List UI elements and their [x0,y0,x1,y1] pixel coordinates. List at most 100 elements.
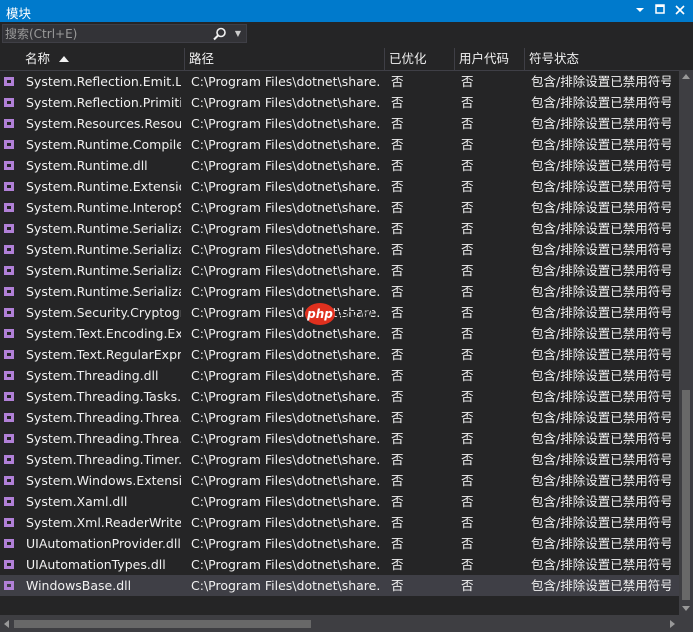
cell-user-code: 否 [461,242,474,257]
cell-symbol-status: 包含/排除设置已禁用符号... [531,578,671,593]
table-row[interactable]: System.Runtime.Serializa... C:\Program Fi… [0,260,679,281]
cell-optimized: 否 [391,431,404,446]
cell-path: C:\Program Files\dotnet\share... [191,200,381,215]
cell-name: UIAutomationProvider.dll [26,536,181,551]
cell-optimized: 否 [391,494,404,509]
table-row[interactable]: System.Runtime.Serializa... C:\Program Fi… [0,218,679,239]
cell-path: C:\Program Files\dotnet\share... [191,578,381,593]
horizontal-scroll-thumb[interactable] [14,620,311,628]
cell-optimized: 否 [391,347,404,362]
cell-path: C:\Program Files\dotnet\share... [191,179,381,194]
cell-path: C:\Program Files\dotnet\share... [191,137,381,152]
close-icon[interactable] [673,2,687,18]
table-row[interactable]: System.Reflection.Primiti... C:\Program F… [0,92,679,113]
cell-name: System.Reflection.Emit.Li... [26,74,181,89]
cell-symbol-status: 包含/排除设置已禁用符号... [531,221,671,236]
table-row[interactable]: System.Threading.Threa... C:\Program File… [0,428,679,449]
cell-name: System.Threading.Tasks.... [26,389,181,404]
cell-user-code: 否 [461,95,474,110]
module-icon [4,476,14,485]
pin-icon[interactable] [653,2,667,18]
column-header-name-label: 名称 [25,51,51,66]
table-row[interactable]: System.Threading.Tasks.... C:\Program Fil… [0,386,679,407]
table-row[interactable]: System.Xml.ReaderWrite... C:\Program File… [0,512,679,533]
cell-optimized: 否 [391,137,404,152]
table-row[interactable]: UIAutomationProvider.dll C:\Program Files… [0,533,679,554]
cell-path: C:\Program Files\dotnet\share... [191,452,381,467]
table-row[interactable]: System.Threading.Threa... C:\Program File… [0,407,679,428]
cell-user-code: 否 [461,515,474,530]
table-row[interactable]: System.Runtime.Compile... C:\Program File… [0,134,679,155]
cell-name: System.Resources.Resou... [26,116,181,131]
table-row[interactable]: System.Text.RegularExpr... C:\Program Fil… [0,344,679,365]
scroll-up-icon[interactable] [682,74,690,79]
cell-optimized: 否 [391,200,404,215]
column-header-optimized-label: 已优化 [389,51,427,66]
cell-symbol-status: 包含/排除设置已禁用符号... [531,74,671,89]
cell-name: System.Threading.Timer.... [26,452,181,467]
table-row[interactable]: System.Runtime.Extensio... C:\Program Fil… [0,176,679,197]
cell-name: System.Threading.Threa... [26,410,181,425]
scroll-right-icon[interactable] [670,620,675,628]
column-header-name[interactable]: 名称 [18,48,185,70]
table-row[interactable]: System.Xaml.dll C:\Program Files\dotnet\s… [0,491,679,512]
cell-name: System.Threading.Threa... [26,431,181,446]
search-icon[interactable] [212,26,228,42]
cell-optimized: 否 [391,242,404,257]
table-row[interactable]: System.Text.Encoding.Ex... C:\Program Fil… [0,323,679,344]
module-icon [4,434,14,443]
vertical-scroll-thumb[interactable] [682,390,690,600]
cell-symbol-status: 包含/排除设置已禁用符号... [531,431,671,446]
search-options-dropdown-icon[interactable]: ▼ [232,26,244,42]
column-header-path[interactable]: 路径 [185,48,385,70]
chevron-down-icon[interactable] [633,2,647,18]
cell-user-code: 否 [461,473,474,488]
table-row[interactable]: UIAutomationTypes.dll C:\Program Files\do… [0,554,679,575]
scrollbar-corner [679,615,693,632]
cell-path: C:\Program Files\dotnet\share... [191,368,381,383]
module-icon [4,539,14,548]
table-row[interactable]: System.Runtime.Serializa... C:\Program Fi… [0,239,679,260]
table-row[interactable]: System.Runtime.InteropS... C:\Program Fil… [0,197,679,218]
table-row[interactable]: System.Reflection.Emit.Li... C:\Program F… [0,71,679,92]
module-list[interactable]: System.Reflection.Emit.Li... C:\Program F… [0,71,679,598]
module-icon [4,308,14,317]
cell-optimized: 否 [391,473,404,488]
column-header-user-code-label: 用户代码 [459,51,510,66]
column-header-user-code[interactable]: 用户代码 [455,48,525,70]
cell-symbol-status: 包含/排除设置已禁用符号... [531,95,671,110]
module-icon [4,350,14,359]
table-row[interactable]: System.Security.Cryptogr... C:\Program Fi… [0,302,679,323]
cell-name: System.Runtime.Serializa... [26,284,181,299]
cell-user-code: 否 [461,557,474,572]
cell-optimized: 否 [391,578,404,593]
module-icon [4,203,14,212]
cell-symbol-status: 包含/排除设置已禁用符号... [531,263,671,278]
cell-user-code: 否 [461,410,474,425]
scroll-down-icon[interactable] [682,606,690,611]
table-row[interactable]: System.Threading.dll C:\Program Files\dot… [0,365,679,386]
cell-user-code: 否 [461,179,474,194]
module-icon [4,161,14,170]
cell-optimized: 否 [391,158,404,173]
table-row[interactable]: System.Resources.Resou... C:\Program File… [0,113,679,134]
cell-user-code: 否 [461,221,474,236]
table-row[interactable]: WindowsBase.dll C:\Program Files\dotnet\s… [0,575,679,596]
cell-name: System.Security.Cryptogr... [26,305,181,320]
vertical-scrollbar[interactable] [679,70,693,615]
scroll-left-icon[interactable] [4,620,9,628]
table-row[interactable]: System.Threading.Timer.... C:\Program Fil… [0,449,679,470]
table-row[interactable]: System.Runtime.Serializa... C:\Program Fi… [0,281,679,302]
cell-name: System.Xml.ReaderWrite... [26,515,181,530]
table-row[interactable]: System.Windows.Extensi... C:\Program File… [0,470,679,491]
search-input[interactable] [5,25,215,42]
title-bar: 模块 [0,0,693,22]
column-header-optimized[interactable]: 已优化 [385,48,455,70]
cell-optimized: 否 [391,221,404,236]
cell-symbol-status: 包含/排除设置已禁用符号... [531,326,671,341]
cell-user-code: 否 [461,200,474,215]
horizontal-scrollbar[interactable] [0,615,679,632]
table-row[interactable]: System.Runtime.dll C:\Program Files\dotne… [0,155,679,176]
module-icon [4,119,14,128]
column-header-symbol-status[interactable]: 符号状态 [525,48,693,70]
